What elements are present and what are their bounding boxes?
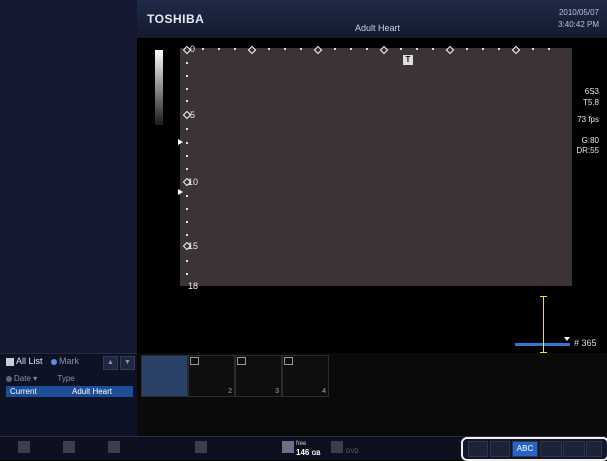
col-date[interactable]: Date <box>14 374 31 383</box>
frame-count: # 365 <box>574 338 597 348</box>
free-space-unit: GB <box>311 451 321 457</box>
focus-marker[interactable] <box>178 139 183 145</box>
scale-dot <box>532 48 534 50</box>
text-icon[interactable] <box>490 441 510 457</box>
gain-value: G:80 <box>581 136 599 145</box>
row-date: Current <box>10 387 37 396</box>
brand-logo: TOSHIBA <box>147 12 205 26</box>
probe-orientation-mark: T <box>403 55 413 65</box>
depth-dot <box>186 100 188 102</box>
scale-dot <box>350 48 352 50</box>
probe-label: 6S3 <box>584 87 599 96</box>
exam-preset: Adult Heart <box>355 23 401 33</box>
depth-label-0: 0 <box>190 44 196 54</box>
scale-dot <box>202 48 204 50</box>
probe-icon[interactable] <box>468 441 488 457</box>
scale-dot <box>432 48 434 50</box>
scale-dot <box>334 48 336 50</box>
depth-dot <box>186 260 188 262</box>
scale-dot <box>548 48 550 50</box>
scale-dot <box>268 48 270 50</box>
clip-icon <box>284 357 293 365</box>
all-list-checkbox[interactable] <box>6 357 14 366</box>
depth-dot <box>186 128 188 130</box>
network-icon[interactable] <box>63 441 75 453</box>
annotation-abc-button[interactable]: ABC <box>512 441 538 457</box>
thumbnail-number: 4 <box>322 388 326 395</box>
depth-dot <box>186 155 188 157</box>
frame-rate: 73 fps <box>577 115 599 124</box>
clip-icon <box>190 357 199 365</box>
depth-dot <box>186 75 188 77</box>
thumbnail-1[interactable] <box>141 355 188 397</box>
list-item[interactable]: Current Adult Heart <box>6 386 133 397</box>
thumbnail-4[interactable]: 4 <box>282 355 329 397</box>
scale-dot <box>482 48 484 50</box>
depth-dot <box>186 142 188 144</box>
depth-dot <box>186 273 188 275</box>
all-list-label[interactable]: All List <box>16 356 43 366</box>
depth-label-5: 5 <box>190 110 196 120</box>
free-label: free <box>296 441 307 447</box>
depth-dot <box>186 88 188 90</box>
toolbar-button[interactable] <box>586 441 602 457</box>
date-sort-icon <box>6 375 12 382</box>
scale-dot <box>218 48 220 50</box>
thermal-index: T5.8 <box>582 98 599 107</box>
cine-pointer <box>564 337 570 341</box>
scroll-down-button[interactable]: ▼ <box>120 356 135 370</box>
thumbnail-3[interactable]: 3 <box>235 355 282 397</box>
col-type[interactable]: Type <box>57 374 74 383</box>
depth-dot <box>186 234 188 236</box>
left-panel <box>0 0 137 353</box>
depth-dot <box>186 195 188 197</box>
camera-icon[interactable] <box>18 441 30 453</box>
scan-sector[interactable] <box>180 48 572 286</box>
thumbnail-2[interactable]: 2 <box>188 355 235 397</box>
scale-dot <box>234 48 236 50</box>
scale-dot <box>300 48 302 50</box>
scale-dot <box>284 48 286 50</box>
thumbnail-number: 3 <box>275 388 279 395</box>
toolbar-button[interactable] <box>563 441 585 457</box>
grayscale-bar <box>155 50 163 125</box>
depth-label-18: 18 <box>188 281 199 291</box>
dvd-label: DVD <box>346 449 359 455</box>
mark-radio[interactable] <box>51 358 58 365</box>
cine-cursor-cap <box>540 296 547 297</box>
date-display: 2010/05/07 <box>558 8 599 17</box>
mark-label[interactable]: Mark <box>59 356 79 366</box>
storage-icon[interactable] <box>195 441 207 453</box>
depth-dot <box>186 221 188 223</box>
scale-dot <box>400 48 402 50</box>
list-toolbar: All List Mark <box>6 356 79 370</box>
hdd-icon <box>282 441 294 453</box>
free-space: 146 GB <box>296 448 321 457</box>
scale-dot <box>498 48 500 50</box>
dynamic-range: DR:55 <box>576 146 599 155</box>
scale-dot <box>416 48 418 50</box>
focus-marker[interactable] <box>178 189 183 195</box>
toolbar-button[interactable] <box>540 441 562 457</box>
scroll-up-button[interactable]: ▲ <box>103 356 118 370</box>
dvd-icon[interactable] <box>331 441 343 453</box>
depth-dot <box>186 168 188 170</box>
row-type: Adult Heart <box>72 387 113 396</box>
header-bar: TOSHIBA Adult Heart 2010/05/07 3:40:42 P… <box>137 0 607 39</box>
cine-cursor[interactable] <box>543 296 544 352</box>
clip-icon <box>237 357 246 365</box>
thumbnail-number: 2 <box>228 388 232 395</box>
time-display: 3:40:42 PM <box>558 20 599 29</box>
scale-dot <box>366 48 368 50</box>
scale-dot <box>466 48 468 50</box>
printer-icon[interactable] <box>108 441 120 453</box>
list-header: Date ▾ Type <box>6 374 75 383</box>
depth-dot <box>186 62 188 64</box>
depth-dot <box>186 208 188 210</box>
free-space-value: 146 <box>296 448 310 457</box>
